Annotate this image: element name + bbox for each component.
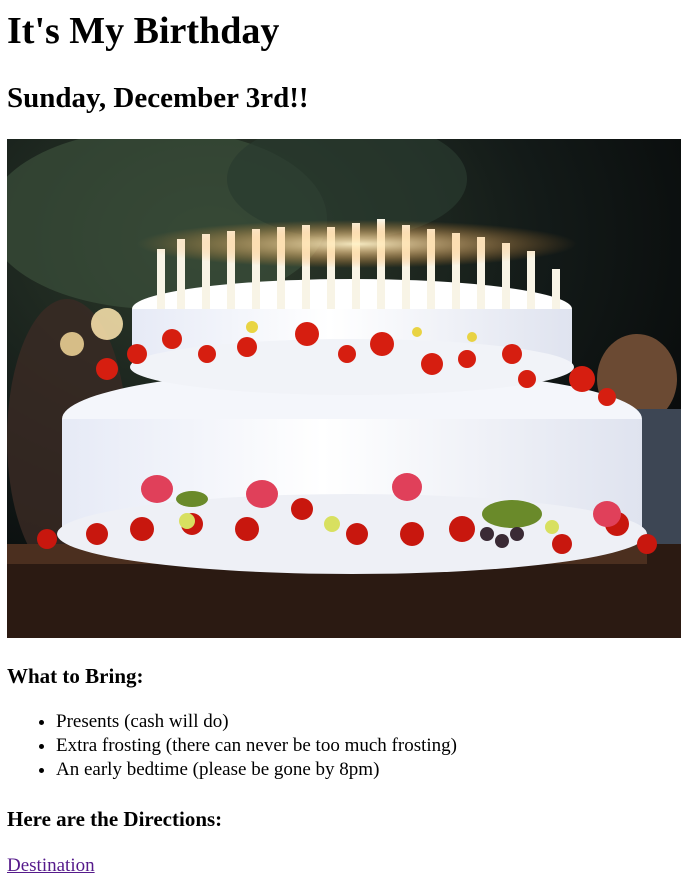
list-item: Presents (cash will do) (56, 710, 457, 734)
what-to-bring-heading: What to Bring: (7, 664, 144, 688)
list-item: An early bedtime (please be gone by 8pm) (56, 758, 457, 782)
event-date: Sunday, December 3rd!! (7, 82, 309, 114)
birthday-cake-image (7, 139, 681, 638)
page-title: It's My Birthday (7, 10, 280, 52)
directions-heading: Here are the Directions: (7, 807, 223, 831)
destination-link[interactable]: Destination (7, 854, 95, 878)
list-item: Extra frosting (there can never be too m… (56, 734, 457, 758)
bring-list: Presents (cash will do) Extra frosting (… (7, 710, 457, 782)
